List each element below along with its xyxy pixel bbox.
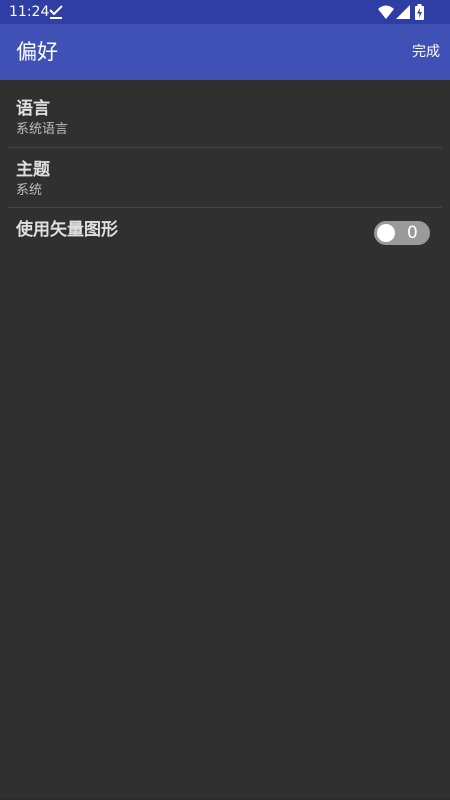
preference-title: 主题 [16,160,50,180]
preference-title: 使用矢量图形 [16,220,118,240]
battery-charging-icon [415,4,424,20]
toggle-label: 0 [407,223,418,243]
toggle-knob [377,224,395,242]
preference-list: 语言 系统语言 主题 系统 使用矢量图形 0 [0,80,450,268]
preference-summary: 系统 [16,183,43,198]
preference-title: 语言 [16,99,50,119]
page-title: 偏好 [16,40,58,64]
status-bar: 11:24 [0,0,450,24]
vector-graphics-toggle[interactable]: 0 [374,221,430,245]
preference-summary: 系统语言 [16,122,69,137]
status-icons [378,4,424,20]
app-bar: 偏好 完成 [0,24,450,80]
preference-vector-graphics[interactable]: 使用矢量图形 0 [0,208,450,268]
signal-icon [396,5,410,19]
preference-theme[interactable]: 主题 系统 [0,148,450,208]
wifi-icon [378,5,394,19]
status-time: 11:24 [9,4,50,20]
done-button[interactable]: 完成 [412,43,440,61]
preference-language[interactable]: 语言 系统语言 [0,80,450,148]
preferences-screen: 11:24 偏好 完成 语言 系统语言 主题 系统 使用矢量图形 0 [0,0,450,800]
download-done-icon [49,4,63,20]
